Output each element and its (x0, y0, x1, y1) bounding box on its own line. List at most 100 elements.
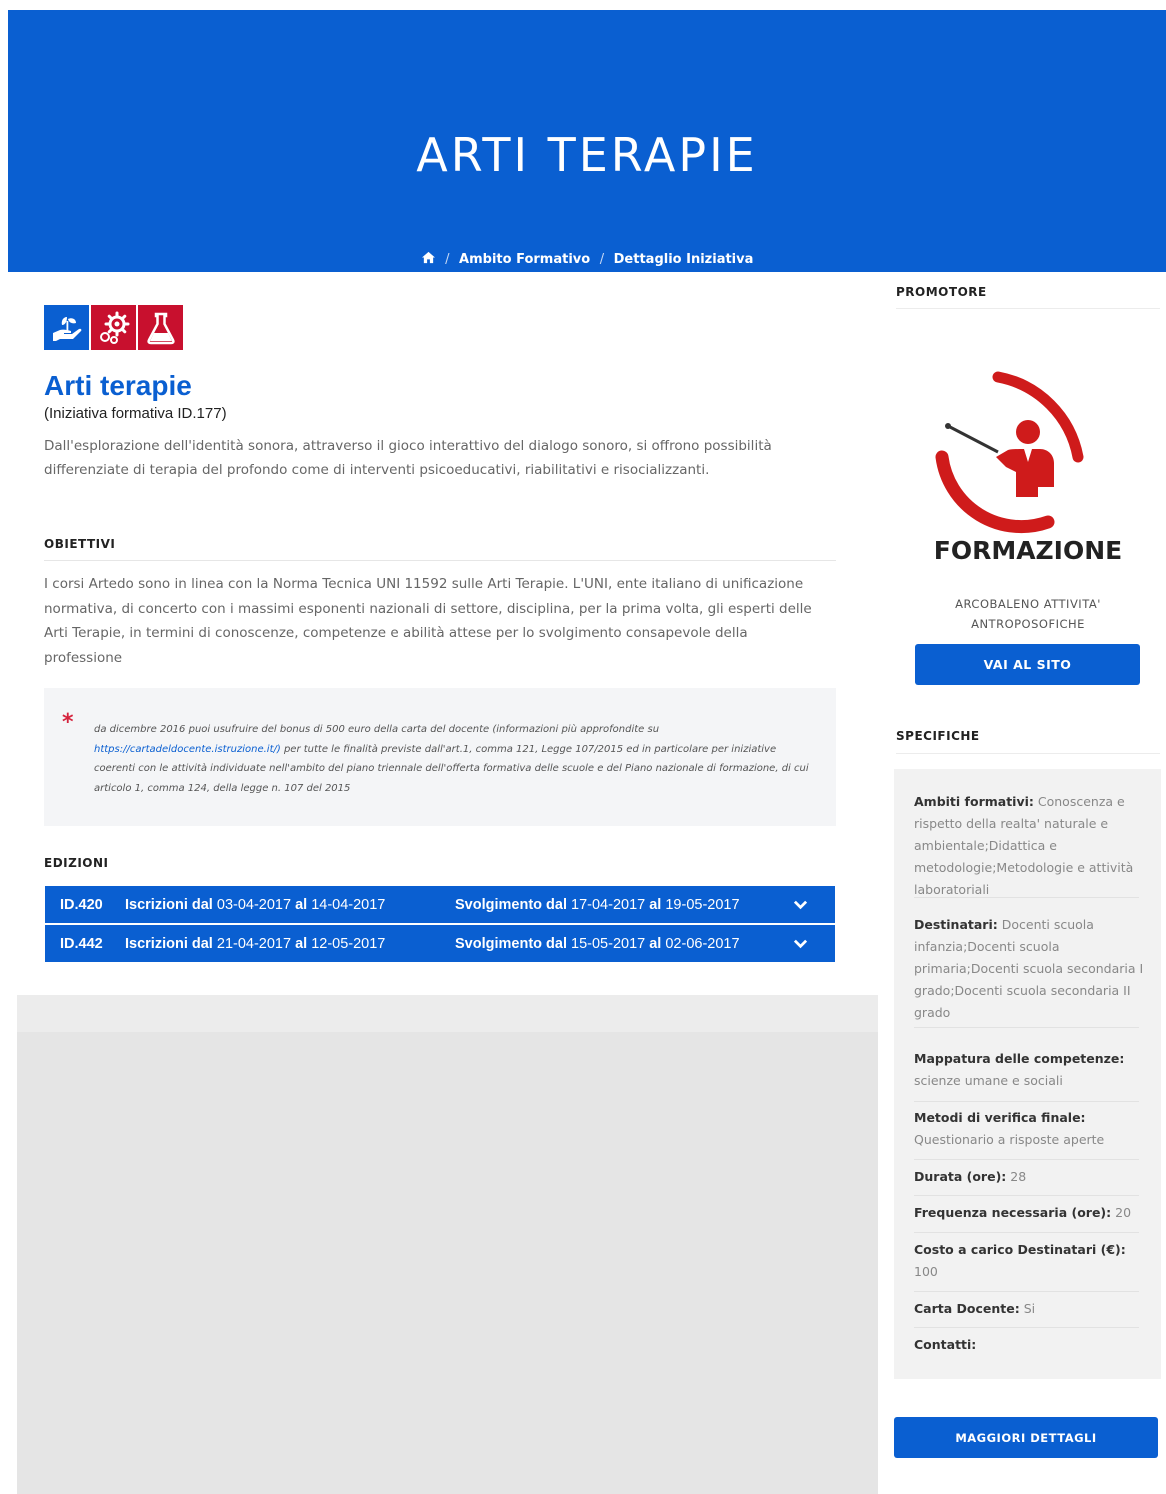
spec-value: 28 (1010, 1169, 1027, 1184)
schedule-from: 15-05-2017 (571, 935, 646, 952)
divider (914, 1195, 1139, 1196)
spec-costo: Costo a carico Destinatari (€): 100 (914, 1239, 1144, 1283)
main-content: Arti terapie (Iniziativa formativa ID.17… (17, 272, 865, 995)
hand-plant-icon (44, 305, 89, 350)
home-icon[interactable] (421, 251, 436, 264)
page-title: ARTI TERAPIE (416, 128, 758, 182)
spec-durata: Durata (ore): 28 (914, 1166, 1144, 1188)
schedule-from: 17-04-2017 (571, 896, 646, 913)
flask-icon (138, 305, 183, 350)
promoter-name-line1: ARCOBALENO ATTIVITA' (955, 597, 1101, 611)
divider (914, 897, 1139, 898)
registration-to-label: al (295, 896, 308, 913)
spec-value: 100 (914, 1264, 938, 1279)
schedule-to: 02-06-2017 (665, 935, 740, 952)
schedule-label: Svolgimento dal (455, 896, 567, 913)
spec-value: Si (1023, 1301, 1036, 1316)
spec-key: Ambiti formativi: (914, 794, 1034, 809)
objectives-heading: OBIETTIVI (44, 537, 116, 551)
spec-value: Questionario a risposte aperte (914, 1132, 1105, 1147)
divider (914, 1027, 1139, 1028)
asterisk-icon: * (62, 710, 74, 735)
spec-mappatura: Mappatura delle competenze: scienze uman… (914, 1048, 1144, 1092)
spec-frequenza: Frequenza necessaria (ore): 20 (914, 1202, 1144, 1224)
initiative-id: (Iniziativa formativa ID.177) (44, 405, 227, 422)
registration-to: 14-04-2017 (311, 896, 386, 913)
logo-text: FORMAZIONE (934, 536, 1123, 565)
formazione-logo: FORMAZIONE (934, 371, 1123, 565)
spec-metodi-verifica: Metodi di verifica finale: Questionario … (914, 1107, 1144, 1151)
initiative-description: Dall'esplorazione dell'identità sonora, … (44, 438, 772, 478)
registration-to: 12-05-2017 (311, 935, 386, 952)
category-icons (44, 305, 183, 350)
divider (914, 1327, 1139, 1328)
divider (44, 560, 836, 561)
editions-heading: EDIZIONI (44, 856, 109, 870)
note-text: da dicembre 2016 puoi usufruire del bonu… (94, 720, 814, 798)
gears-icon (91, 305, 136, 350)
registration-from: 21-04-2017 (216, 935, 292, 952)
visit-site-button[interactable]: VAI AL SITO (915, 644, 1140, 685)
edition-id: ID.442 (60, 935, 103, 952)
chevron-down-icon[interactable] (793, 897, 808, 912)
edition-schedule: Svolgimento dal 17-04-2017 al 19-05-2017 (455, 897, 740, 913)
carta-docente-link[interactable]: https://cartadeldocente.istruzione.it/) (94, 744, 281, 755)
edition-registration: Iscrizioni dal 21-04-2017 al 12-05-2017 (125, 936, 385, 952)
edition-schedule: Svolgimento dal 15-05-2017 al 02-06-2017 (455, 936, 740, 952)
registration-label: Iscrizioni dal (125, 935, 213, 952)
spec-key: Costo a carico Destinatari (€): (914, 1242, 1126, 1257)
breadcrumb-separator: / (445, 252, 450, 267)
breadcrumb-dettaglio-iniziativa: Dettaglio Iniziativa (613, 252, 754, 267)
schedule-to-label: al (649, 935, 662, 952)
registration-label: Iscrizioni dal (125, 896, 213, 913)
objectives-text: I corsi Artedo sono in linea con la Norm… (44, 576, 812, 666)
divider (914, 1291, 1139, 1292)
divider (914, 1159, 1139, 1160)
note-text-before: da dicembre 2016 puoi usufruire del bonu… (94, 724, 660, 735)
edition-row[interactable]: ID.420 Iscrizioni dal 03-04-2017 al 14-0… (45, 886, 835, 923)
edition-registration: Iscrizioni dal 03-04-2017 al 14-04-2017 (125, 897, 385, 913)
spec-key: Carta Docente: (914, 1301, 1020, 1316)
page-background (17, 995, 879, 1494)
carta-docente-note: * da dicembre 2016 puoi usufruire del bo… (44, 688, 836, 826)
divider (896, 308, 1160, 309)
specs-panel: Ambiti formativi: Conoscenza e rispetto … (894, 769, 1161, 1379)
chevron-down-icon[interactable] (793, 936, 808, 951)
divider (914, 1232, 1139, 1233)
specs-heading: SPECIFICHE (896, 729, 980, 743)
promoter-name: ARCOBALENO ATTIVITA' ANTROPOSOFICHE (896, 594, 1160, 634)
divider (896, 753, 1160, 754)
background-strip (17, 995, 879, 1032)
edition-row[interactable]: ID.442 Iscrizioni dal 21-04-2017 al 12-0… (45, 925, 835, 962)
spec-ambiti-formativi: Ambiti formativi: Conoscenza e rispetto … (914, 791, 1144, 901)
divider (914, 1101, 1139, 1102)
page-header: ARTI TERAPIE / Ambito Formativo / Dettag… (8, 10, 1166, 272)
spec-value: scienze umane e sociali (914, 1073, 1063, 1088)
registration-to-label: al (295, 935, 308, 952)
spec-carta-docente: Carta Docente: Si (914, 1298, 1144, 1320)
spec-destinatari: Destinatari: Docenti scuola infanzia;Doc… (914, 914, 1144, 1024)
initiative-title: Arti terapie (44, 370, 192, 401)
spec-value: 20 (1115, 1205, 1132, 1220)
spec-contatti: Contatti: (914, 1334, 1144, 1356)
breadcrumb-ambito-formativo[interactable]: Ambito Formativo (459, 252, 590, 267)
schedule-to: 19-05-2017 (665, 896, 740, 913)
spec-key: Contatti: (914, 1337, 977, 1352)
promoter-name-line2: ANTROPOSOFICHE (971, 617, 1085, 631)
spec-key: Mappatura delle competenze: (914, 1051, 1125, 1066)
spec-key: Durata (ore): (914, 1169, 1007, 1184)
promoter-heading: PROMOTORE (896, 285, 987, 299)
spec-value: Docenti scuola infanzia;Docenti scuola p… (914, 917, 1144, 1020)
spec-value: Conoscenza e rispetto della realta' natu… (914, 794, 1134, 897)
spec-key: Frequenza necessaria (ore): (914, 1205, 1112, 1220)
spec-key: Metodi di verifica finale: (914, 1110, 1086, 1125)
sidebar: PROMOTORE FORMAZIONE ARCOBALENO ATTIVITA… (878, 272, 1166, 1494)
breadcrumb-separator: / (599, 252, 605, 267)
more-details-button[interactable]: MAGGIORI DETTAGLI (894, 1417, 1158, 1458)
schedule-label: Svolgimento dal (455, 935, 567, 952)
spec-key: Destinatari: (914, 917, 998, 932)
registration-from: 03-04-2017 (216, 896, 292, 913)
edition-id: ID.420 (60, 896, 103, 913)
schedule-to-label: al (649, 896, 662, 913)
breadcrumb: / Ambito Formativo / Dettaglio Iniziativ… (8, 251, 1166, 267)
